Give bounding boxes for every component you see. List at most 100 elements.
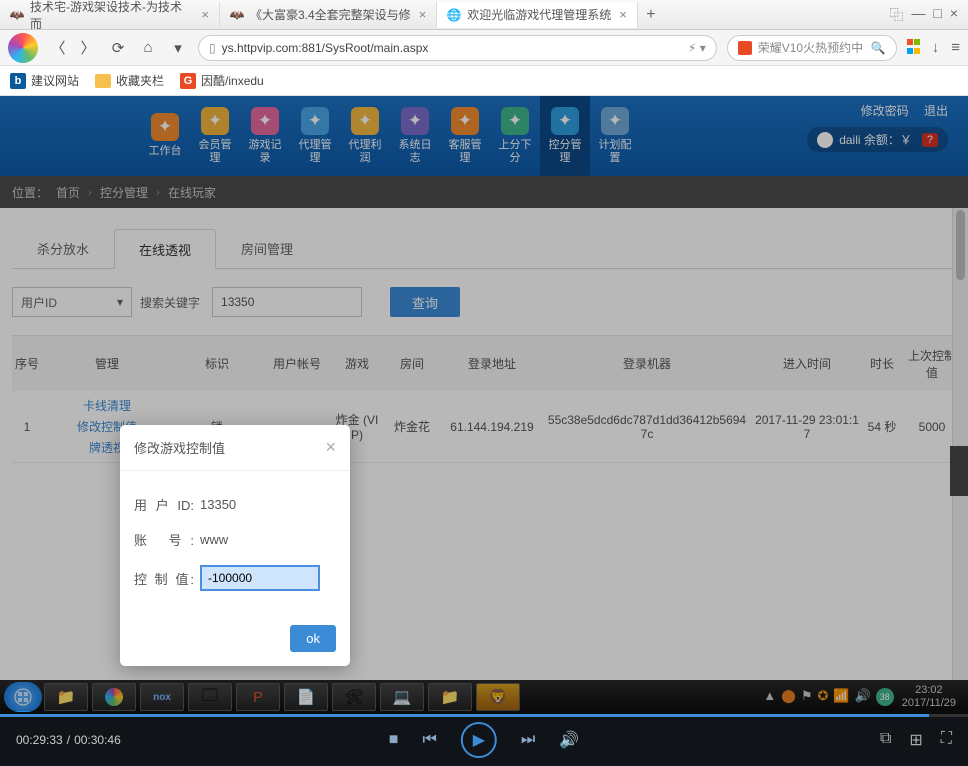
maximize-icon[interactable]: □ <box>933 5 941 25</box>
video-progress-bar[interactable] <box>0 714 968 717</box>
th-index: 序号 <box>12 351 42 376</box>
task-item[interactable]: 🦁 <box>476 683 520 711</box>
tab-title: 技术宅-游戏架设技术-为技术而 <box>30 0 193 32</box>
tray-badge[interactable]: 38 <box>876 688 894 706</box>
tray-date: 2017/11/29 <box>902 697 956 710</box>
bookmark-item[interactable]: b 建议网站 <box>10 72 79 89</box>
change-password-link[interactable]: 修改密码 <box>861 104 909 118</box>
tray-clock[interactable]: 23:02 2017/11/29 <box>902 684 956 710</box>
nav-icon: ✦ <box>501 107 529 135</box>
browser-logo-icon[interactable] <box>8 33 38 63</box>
nav-item[interactable]: ✦上分下 分 <box>490 96 540 176</box>
task-item[interactable]: 📁 <box>44 683 88 711</box>
back-button[interactable]: 〈 <box>48 38 68 58</box>
cell-time: 2017-11-29 23:01:17 <box>752 409 862 445</box>
chevron-down-icon[interactable]: ▾ <box>168 38 188 58</box>
th-machine: 登录机器 <box>542 351 752 376</box>
filter-field-select[interactable]: 用户ID ▾ <box>12 287 132 317</box>
link-clear-line[interactable]: 卡线清理 <box>45 395 169 416</box>
browser-search-box[interactable]: 荣耀V10火热预约中 🔍 <box>727 35 897 61</box>
nav-item[interactable]: ✦系统日 志 <box>390 96 440 176</box>
ok-button[interactable]: ok <box>290 625 336 652</box>
chevron-down-icon: ▾ <box>117 295 123 309</box>
nav-item[interactable]: ✦工作台 <box>140 96 190 176</box>
nav-item[interactable]: ✦客服管 理 <box>440 96 490 176</box>
nav-item[interactable]: ✦会员管 理 <box>190 96 240 176</box>
tab-room-manage[interactable]: 房间管理 <box>216 228 318 268</box>
breadcrumb: 位置： 首页 › 控分管理 › 在线玩家 <box>0 176 968 208</box>
video-sep: / <box>67 733 70 747</box>
nav-item[interactable]: ✦代理管 理 <box>290 96 340 176</box>
apps-icon[interactable] <box>907 39 920 56</box>
modal-account-label: 账 号: <box>134 530 194 549</box>
menu-icon[interactable]: ≡ <box>951 39 960 56</box>
restore-icon[interactable]: ⿻ <box>889 5 903 25</box>
forward-button[interactable]: 〉 <box>78 38 98 58</box>
window-close-icon[interactable]: × <box>950 5 958 25</box>
stop-button[interactable]: ■ <box>389 731 399 749</box>
start-button[interactable] <box>4 682 42 712</box>
modal-title: 修改游戏控制值 <box>134 438 225 457</box>
task-item[interactable]: 🛠 <box>332 683 376 711</box>
tray-icon[interactable]: ⚑ <box>801 688 813 706</box>
flash-icon[interactable]: ⚡︎ ▾ <box>688 41 706 55</box>
tab-kill-release[interactable]: 杀分放水 <box>12 228 114 268</box>
side-handle[interactable] <box>950 446 968 496</box>
play-button[interactable]: ▶ <box>461 722 497 758</box>
nav-icon: ✦ <box>551 107 579 135</box>
control-value-input[interactable] <box>200 565 320 591</box>
logout-link[interactable]: 退出 <box>924 104 948 118</box>
search-icon[interactable]: 🔍 <box>871 41 886 55</box>
search-placeholder: 荣耀V10火热预约中 <box>758 39 863 56</box>
browser-tab-active[interactable]: 🌐 欢迎光临游戏代理管理系统 × <box>437 2 638 28</box>
task-item[interactable]: nox <box>140 683 184 711</box>
bookmark-item[interactable]: 收藏夹栏 <box>95 72 164 89</box>
fullscreen-icon[interactable]: ⛶ <box>941 730 952 750</box>
volume-button[interactable]: 🔊 <box>559 730 579 750</box>
address-bar[interactable]: ▯ ys.httpvip.com:881/SysRoot/main.aspx ⚡… <box>198 35 717 61</box>
breadcrumb-link[interactable]: 首页 <box>56 184 80 201</box>
download-icon[interactable]: ↓ <box>932 39 940 56</box>
tray-icon[interactable]: 🔊 <box>855 688 871 706</box>
nav-item[interactable]: ✦控分管 理 <box>540 96 590 176</box>
nav-item[interactable]: ✦代理利 润 <box>340 96 390 176</box>
home-button[interactable]: ⌂ <box>138 38 158 58</box>
nav-item[interactable]: ✦游戏记 录 <box>240 96 290 176</box>
tray-time: 23:02 <box>902 684 956 697</box>
tray-icon[interactable]: ⬤ <box>781 688 796 706</box>
user-balance-chip[interactable]: daili 余额：￥ ? <box>807 127 948 152</box>
user-balance-label: daili 余额：￥ <box>839 131 912 148</box>
chevron-right-icon: › <box>88 185 92 199</box>
search-engine-icon <box>738 41 752 55</box>
close-icon[interactable]: × <box>325 437 336 458</box>
keyword-input[interactable] <box>212 287 362 317</box>
browser-tab[interactable]: 🦇 《大富豪3.4全套完整架设与修 × <box>220 2 437 28</box>
bookmark-item[interactable]: G 因酷/inxedu <box>180 72 264 89</box>
subtitle-icon[interactable]: ⊞ <box>909 730 922 750</box>
task-item[interactable]: 🗔 <box>188 683 232 711</box>
task-item[interactable]: 📁 <box>428 683 472 711</box>
reload-button[interactable]: ⟳ <box>108 38 128 58</box>
task-item[interactable]: 📄 <box>284 683 328 711</box>
capture-icon[interactable]: ⧉ <box>880 730 891 750</box>
task-item[interactable] <box>92 683 136 711</box>
close-icon[interactable]: × <box>419 7 427 22</box>
task-item[interactable]: 💻 <box>380 683 424 711</box>
task-item[interactable]: P <box>236 683 280 711</box>
nav-icon: ✦ <box>201 107 229 135</box>
next-button[interactable]: ⏭ <box>521 731 535 749</box>
close-icon[interactable]: × <box>619 7 627 22</box>
tray-icon[interactable]: ✪ <box>817 688 828 706</box>
prev-button[interactable]: ⏮ <box>422 731 436 749</box>
nav-icon: ✦ <box>251 107 279 135</box>
browser-tab[interactable]: 🦇 技术宅-游戏架设技术-为技术而 × <box>0 2 220 28</box>
close-icon[interactable]: × <box>201 7 209 22</box>
breadcrumb-link[interactable]: 控分管理 <box>100 184 148 201</box>
nav-item[interactable]: ✦计划配 置 <box>590 96 640 176</box>
new-tab-button[interactable]: + <box>638 6 664 24</box>
tray-icon[interactable]: ▲ <box>763 688 776 706</box>
tab-online-view[interactable]: 在线透视 <box>114 229 216 269</box>
tray-icon[interactable]: 📶 <box>833 688 849 706</box>
query-button[interactable]: 查询 <box>390 287 460 317</box>
minimize-icon[interactable]: — <box>911 5 925 25</box>
